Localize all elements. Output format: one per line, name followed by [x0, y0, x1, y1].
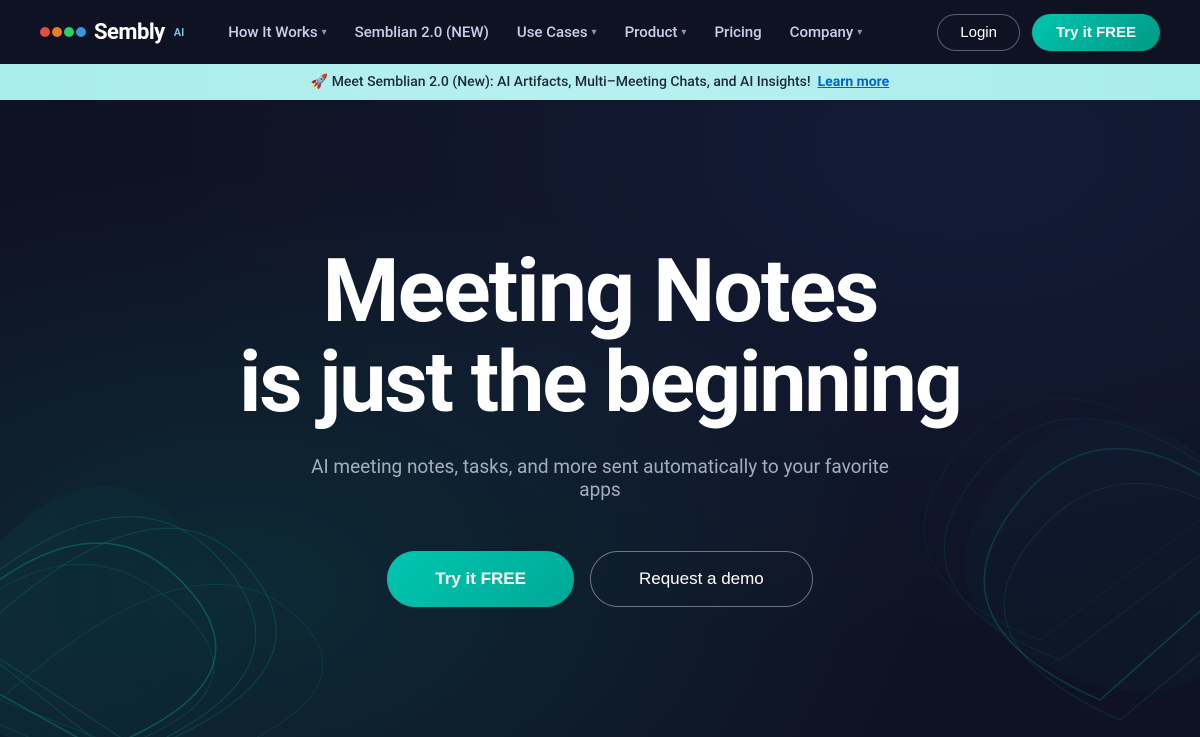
navbar: Sembly AI How It Works ▾ Semblian 2.0 (NE…	[0, 0, 1200, 64]
chevron-down-icon: ▾	[681, 27, 686, 38]
nav-use-cases[interactable]: Use Cases ▾	[505, 15, 609, 49]
chevron-down-icon: ▾	[592, 27, 597, 38]
nav-product[interactable]: Product ▾	[613, 15, 699, 49]
nav-links: How It Works ▾ Semblian 2.0 (NEW) Use Ca…	[216, 15, 874, 49]
logo[interactable]: Sembly AI	[40, 20, 184, 45]
hero-cta-group: Try it FREE Request a demo	[387, 551, 812, 607]
nav-pricing[interactable]: Pricing	[702, 15, 773, 49]
announcement-icon: 🚀	[311, 74, 328, 90]
nav-try-free-button[interactable]: Try it FREE	[1032, 14, 1160, 51]
hero-request-demo-button[interactable]: Request a demo	[590, 551, 813, 607]
logo-dot-red	[40, 27, 50, 37]
hero-subtitle: AI meeting notes, tasks, and more sent a…	[300, 455, 900, 501]
chevron-down-icon: ▾	[322, 27, 327, 38]
nav-semblian-2[interactable]: Semblian 2.0 (NEW)	[343, 15, 501, 49]
hero-section: Meeting Notes is just the beginning AI m…	[0, 100, 1200, 733]
announcement-learn-more-link[interactable]: Learn more	[818, 74, 890, 90]
logo-dot-blue	[76, 27, 86, 37]
logo-ai-suffix: AI	[174, 26, 185, 39]
hero-title: Meeting Notes is just the beginning	[239, 246, 961, 427]
logo-dots	[40, 27, 86, 37]
nav-left: Sembly AI How It Works ▾ Semblian 2.0 (NE…	[40, 15, 874, 49]
login-button[interactable]: Login	[937, 14, 1020, 51]
announcement-body: Meet Semblian 2.0 (New): AI Artifacts, M…	[332, 74, 811, 90]
nav-right: Login Try it FREE	[937, 14, 1160, 51]
chevron-down-icon: ▾	[857, 27, 862, 38]
announcement-banner: 🚀 Meet Semblian 2.0 (New): AI Artifacts,…	[0, 64, 1200, 100]
logo-name: Sembly	[94, 20, 165, 45]
logo-dot-green	[64, 27, 74, 37]
nav-how-it-works[interactable]: How It Works ▾	[216, 15, 338, 49]
hero-try-free-button[interactable]: Try it FREE	[387, 551, 574, 607]
logo-dot-orange	[52, 27, 62, 37]
nav-company[interactable]: Company ▾	[778, 15, 875, 49]
